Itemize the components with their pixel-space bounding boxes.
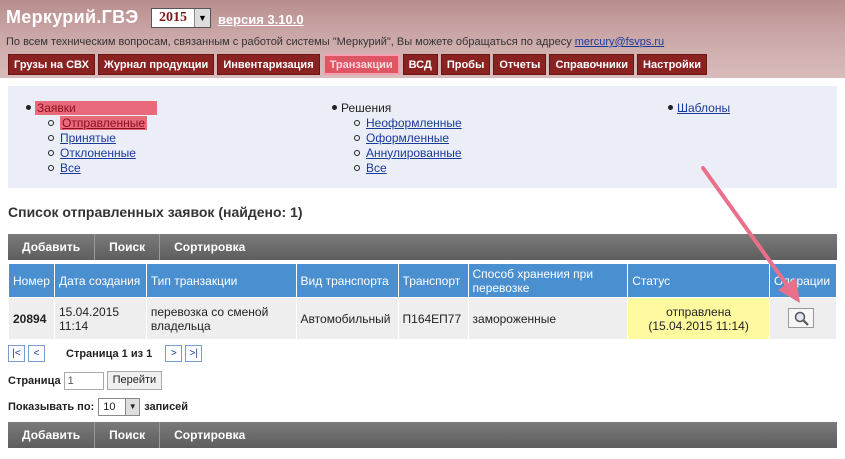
- bullet-icon: [668, 105, 673, 110]
- add-button[interactable]: Добавить: [8, 234, 96, 260]
- sub-item-all-requests[interactable]: Все: [60, 161, 81, 175]
- tab-references[interactable]: Справочники: [549, 54, 635, 75]
- bullet-icon: [26, 105, 31, 110]
- chevron-down-icon: ▼: [194, 9, 210, 27]
- circle-bullet-icon: [354, 149, 360, 156]
- cell-storage: замороженные: [467, 297, 629, 340]
- status-badge: отправлена (15.04.2015 11:14): [627, 297, 770, 340]
- column-header[interactable]: Способ хранения при перевозке: [467, 263, 629, 298]
- page-indicator: Страница 1 из 1: [66, 347, 153, 360]
- last-page-button[interactable]: >|: [185, 345, 203, 362]
- version-link[interactable]: версия 3.10.0: [218, 12, 304, 27]
- sub-item-unprocessed[interactable]: Неоформленные: [366, 116, 462, 130]
- view-details-icon[interactable]: [787, 307, 814, 328]
- add-button[interactable]: Добавить: [8, 422, 96, 448]
- page-size-select[interactable]: 10 ▼: [98, 398, 141, 416]
- tab-product-journal[interactable]: Журнал продукции: [97, 54, 215, 75]
- circle-bullet-icon: [354, 119, 360, 126]
- page-label: Страница: [8, 374, 61, 387]
- cell-date: 15.04.2015 11:14: [53, 297, 147, 340]
- decisions-menu: Решения Неоформленные Оформленные Аннули…: [332, 100, 462, 175]
- go-button[interactable]: Перейти: [106, 371, 163, 390]
- sub-item-rejected[interactable]: Отклоненные: [60, 146, 136, 160]
- circle-bullet-icon: [48, 164, 54, 171]
- tab-settings[interactable]: Настройки: [637, 54, 708, 75]
- column-header[interactable]: Статус: [627, 263, 770, 298]
- requests-menu: Заявки Отправленные Принятые Отклоненные…: [26, 100, 157, 175]
- circle-bullet-icon: [48, 134, 54, 141]
- column-header[interactable]: Дата создания: [53, 263, 147, 298]
- sub-item-sent[interactable]: Отправленные: [60, 115, 148, 130]
- records-label: записей: [144, 401, 189, 413]
- support-notice: По всем техническим вопросам, связанным …: [6, 36, 664, 48]
- bullet-icon: [332, 105, 337, 110]
- sort-button[interactable]: Сортировка: [160, 234, 259, 260]
- prev-page-button[interactable]: <: [28, 345, 45, 362]
- sub-navigation: Заявки Отправленные Принятые Отклоненные…: [8, 86, 837, 188]
- circle-bullet-icon: [354, 164, 360, 171]
- search-button[interactable]: Поиск: [95, 422, 161, 448]
- requests-table: Номер Дата создания Тип транзакции Вид т…: [8, 263, 838, 340]
- cell-transport: П164ЕП77: [397, 297, 469, 340]
- page-size: Показывать по: 10 ▼ записей: [8, 398, 188, 416]
- templates-link[interactable]: Шаблоны: [677, 101, 730, 115]
- tab-reports[interactable]: Отчеты: [493, 54, 547, 75]
- sub-item-cancelled[interactable]: Аннулированные: [366, 146, 462, 160]
- tab-inventory[interactable]: Инвентаризация: [217, 54, 320, 75]
- pagination: |< < Страница 1 из 1 > >|: [8, 345, 203, 362]
- sub-item-accepted[interactable]: Принятые: [60, 131, 116, 145]
- support-text: По всем техническим вопросам, связанным …: [6, 36, 572, 48]
- year-value: 2015: [159, 10, 187, 25]
- tab-cargo[interactable]: Грузы на СВХ: [8, 54, 95, 75]
- column-header[interactable]: Тип транзакции: [145, 263, 297, 298]
- sub-item-all-decisions[interactable]: Все: [366, 161, 387, 175]
- search-button[interactable]: Поиск: [95, 234, 161, 260]
- next-page-button[interactable]: >: [165, 345, 183, 362]
- templates-menu: Шаблоны: [668, 100, 730, 115]
- column-header[interactable]: Номер: [8, 263, 55, 298]
- column-header: Операции: [768, 263, 838, 298]
- first-page-button[interactable]: |<: [8, 345, 25, 362]
- cell-transport-kind: Автомобильный: [295, 297, 399, 340]
- page-number-input[interactable]: 1: [63, 371, 104, 390]
- requests-menu-label[interactable]: Заявки: [35, 100, 157, 115]
- bottom-toolbar: Добавить Поиск Сортировка: [8, 422, 837, 448]
- circle-bullet-icon: [354, 134, 360, 141]
- tab-samples[interactable]: Пробы: [440, 54, 491, 75]
- app-logo: Меркурий.ГВЭ: [6, 7, 139, 27]
- show-label: Показывать по:: [8, 401, 95, 413]
- year-select[interactable]: 2015 ▼: [151, 8, 211, 28]
- table-row[interactable]: 20894 15.04.2015 11:14 перевозка со смено…: [8, 297, 838, 340]
- tab-vsd[interactable]: ВСД: [402, 54, 438, 75]
- main-nav: Грузы на СВХ Журнал продукции Инвентариз…: [8, 54, 708, 75]
- sort-button[interactable]: Сортировка: [160, 422, 259, 448]
- cell-type: перевозка со сменой владельца: [145, 297, 297, 340]
- circle-bullet-icon: [48, 119, 54, 126]
- sub-item-processed[interactable]: Оформленные: [366, 131, 449, 145]
- decisions-menu-label[interactable]: Решения: [341, 101, 391, 115]
- column-header[interactable]: Вид транспорта: [295, 263, 399, 298]
- column-header[interactable]: Транспорт: [397, 263, 469, 298]
- tab-transactions[interactable]: Транзакции: [322, 54, 400, 75]
- cell-number: 20894: [8, 297, 55, 340]
- page-title: Список отправленных заявок (найдено: 1): [8, 204, 303, 220]
- app-header: Меркурий.ГВЭ 2015 ▼ версия 3.10.0 По все…: [0, 0, 845, 78]
- chevron-down-icon: ▼: [125, 399, 140, 415]
- support-email-link[interactable]: mercury@fsvps.ru: [575, 36, 664, 48]
- cell-operations: [768, 297, 838, 340]
- circle-bullet-icon: [48, 149, 54, 156]
- top-toolbar: Добавить Поиск Сортировка: [8, 234, 837, 260]
- goto-page: Страница 1 Перейти: [8, 371, 163, 390]
